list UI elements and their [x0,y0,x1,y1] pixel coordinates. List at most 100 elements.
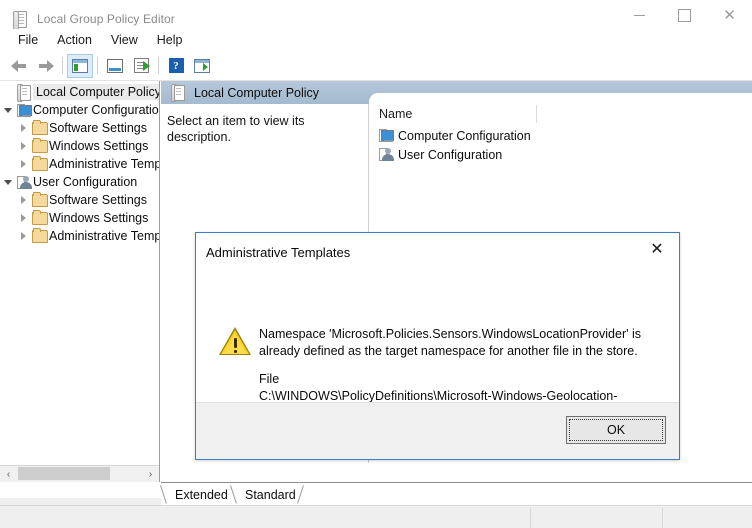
status-separator [530,508,531,528]
ok-button[interactable]: OK [566,416,666,444]
toolbar-separator [158,57,159,74]
folder-icon [31,227,49,243]
list-item-label: User Configuration [398,147,503,162]
folder-icon [31,191,49,207]
scroll-thumb[interactable] [18,467,110,480]
help-icon: ? [168,58,184,73]
forward-arrow-icon [37,59,54,73]
show-hide-console-tree-button[interactable] [67,53,93,78]
list-item[interactable]: Computer Configuration [370,126,752,145]
chevron-right-icon[interactable] [16,160,31,168]
status-bar [0,505,752,528]
chevron-right-icon[interactable] [16,232,31,240]
tree-item-user-configuration[interactable]: User Configuration [0,173,159,191]
policy-tree: Local Computer Policy Computer Configura… [0,81,159,245]
tree-item-local-computer-policy[interactable]: Local Computer Policy [0,83,159,102]
menu-item-file[interactable]: File [9,31,48,49]
toolbar-separator [62,57,63,74]
dialog-detail-label: File [259,372,280,386]
tree-item-user-windows-settings[interactable]: Windows Settings [0,209,159,227]
dialog-message: Namespace 'Microsoft.Policies.Sensors.Wi… [259,327,642,358]
user-config-icon [379,148,398,161]
forward-button[interactable] [32,54,58,78]
tab-label: Standard [245,487,296,502]
tree-horizontal-scrollbar[interactable]: ‹ › [0,465,159,482]
policy-scroll-icon [11,10,29,30]
dialog-title-bar: Administrative Templates ✕ [196,233,679,271]
tree-item-user-administrative-templates[interactable]: Administrative Templates [0,227,159,245]
menu-item-view[interactable]: View [102,31,148,49]
tree-item-label: Computer Configuration [33,103,160,117]
tab-edge [294,485,307,504]
window-controls: ✕ [617,0,752,32]
folder-icon [31,155,49,171]
column-divider[interactable] [536,105,537,123]
list-item-label: Computer Configuration [398,128,531,143]
show-action-pane-icon [194,58,210,73]
toolbar-separator [97,57,98,74]
description-text: Select an item to view its description. [167,114,305,144]
list-item[interactable]: User Configuration [370,145,752,164]
scroll-track[interactable] [17,466,142,482]
pane-header-title: Local Computer Policy [194,85,320,100]
left-pane-footer [0,498,161,505]
status-separator [662,508,663,528]
scroll-left-button[interactable]: ‹ [0,466,17,482]
menu-item-action[interactable]: Action [48,31,102,49]
scroll-right-button[interactable]: › [142,466,159,482]
user-config-icon [15,175,33,189]
window-title: Local Group Policy Editor [37,12,175,26]
chevron-down-icon[interactable] [0,107,15,113]
dialog-footer: OK [196,402,679,459]
chevron-right-icon[interactable] [16,124,31,132]
minimize-button[interactable] [617,0,662,31]
tree-item-computer-software-settings[interactable]: Software Settings [0,119,159,137]
properties-button[interactable] [102,54,128,78]
folder-icon [31,137,49,153]
dialog-title: Administrative Templates [206,244,351,260]
policy-scroll-icon [171,84,186,102]
administrative-templates-dialog: Administrative Templates ✕ Namespace 'Mi… [195,232,680,460]
chevron-right-icon[interactable] [16,214,31,222]
dialog-body: Namespace 'Microsoft.Policies.Sensors.Wi… [196,271,679,420]
list-column-header[interactable]: Name [370,104,752,126]
tab-extended[interactable]: Extended [169,484,234,505]
tree-item-computer-administrative-templates[interactable]: Administrative Templates [0,155,159,173]
tab-label: Extended [175,487,228,502]
folder-icon [31,119,49,135]
properties-icon [107,58,123,73]
tree-item-label: Windows Settings [49,211,149,225]
maximize-button[interactable] [662,0,707,31]
export-list-icon [133,58,150,73]
help-button[interactable]: ? [163,54,189,78]
show-action-pane-button[interactable] [189,54,215,78]
pane-header: Local Computer Policy [161,81,752,105]
menu-item-help[interactable]: Help [148,31,193,49]
tree-item-computer-windows-settings[interactable]: Windows Settings [0,137,159,155]
close-button[interactable]: ✕ [707,0,752,31]
tree-item-label: Local Computer Policy [33,84,159,100]
back-arrow-icon [10,59,28,73]
column-header-name[interactable]: Name [379,107,412,121]
close-icon: ✕ [650,239,664,258]
tree-item-computer-configuration[interactable]: Computer Configuration [0,101,159,119]
chevron-down-icon[interactable] [0,179,15,185]
tree-item-label: User Configuration [33,175,138,189]
tree-item-user-software-settings[interactable]: Software Settings [0,191,159,209]
policy-scroll-icon [15,83,33,102]
tab-standard[interactable]: Standard [239,484,302,505]
chevron-right-icon[interactable] [16,196,31,204]
local-group-policy-editor-window: Local Group Policy Editor ✕ File Action … [0,0,752,528]
tree-item-label: Windows Settings [49,139,149,153]
ok-button-label: OK [569,419,663,441]
back-button[interactable] [6,54,32,78]
dialog-close-button[interactable]: ✕ [635,233,679,264]
chevron-right-icon[interactable] [16,142,31,150]
toolbar: ? [0,51,752,81]
tree-item-label: Software Settings [49,193,147,207]
folder-icon [31,209,49,225]
computer-config-icon [15,103,33,117]
export-list-button[interactable] [128,54,154,78]
tree-item-label: Software Settings [49,121,147,135]
tree-item-label: Administrative Templates [49,229,160,243]
